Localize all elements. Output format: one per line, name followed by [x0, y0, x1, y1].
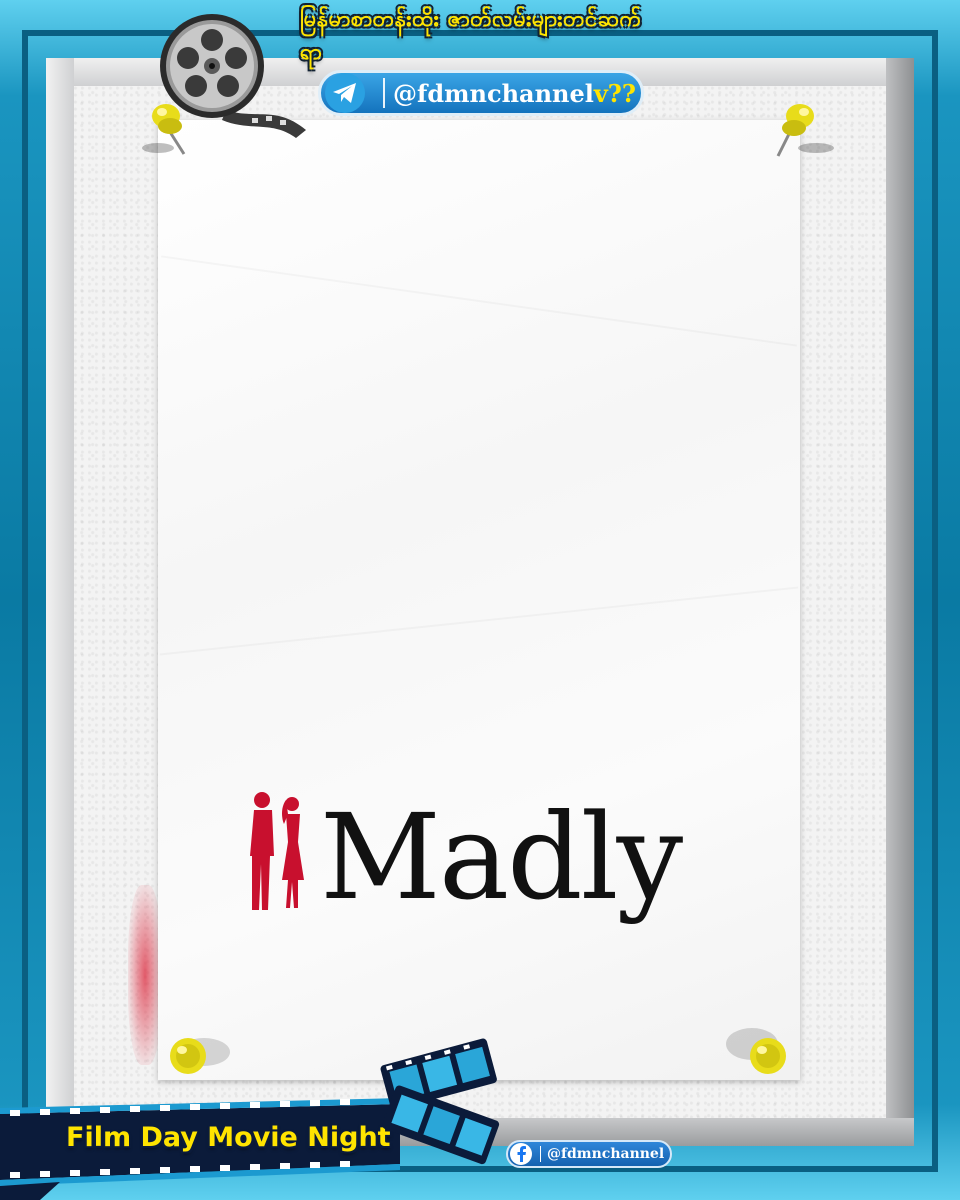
pushpin-icon	[142, 104, 186, 155]
movie-logo: Madly	[246, 788, 716, 940]
telegram-channel-link[interactable]: @fdmnchannelv??	[318, 70, 644, 116]
facebook-icon	[510, 1143, 532, 1165]
film-strip-icon	[380, 1038, 500, 1165]
divider	[540, 1146, 541, 1162]
telegram-handle: @fdmnchannelv??	[393, 79, 636, 108]
pushpin-icon	[776, 104, 834, 157]
facebook-handle: @fdmnchannel	[547, 1146, 665, 1162]
movie-title: Madly	[320, 788, 683, 926]
divider	[383, 78, 385, 108]
telegram-handle-main: @fdmnchannel	[393, 78, 594, 108]
pushpin-icon	[726, 1028, 786, 1074]
telegram-icon	[325, 73, 365, 113]
pushpin-icon	[170, 1038, 230, 1074]
red-smudge	[128, 885, 162, 1065]
telegram-handle-suffix: v??	[593, 78, 636, 108]
board-bevel-right	[886, 58, 914, 1146]
footer-banner-text: Film Day Movie Night	[66, 1122, 391, 1153]
channel-title-banner: မြန်မာစာတန်းထိုး ဇာတ်လမ်းများတင်ဆက်ရာ	[300, 7, 642, 65]
couple-silhouette-icon	[250, 792, 304, 910]
facebook-page-link[interactable]: @fdmnchannel	[506, 1140, 672, 1168]
board-bevel-left	[46, 58, 74, 1146]
